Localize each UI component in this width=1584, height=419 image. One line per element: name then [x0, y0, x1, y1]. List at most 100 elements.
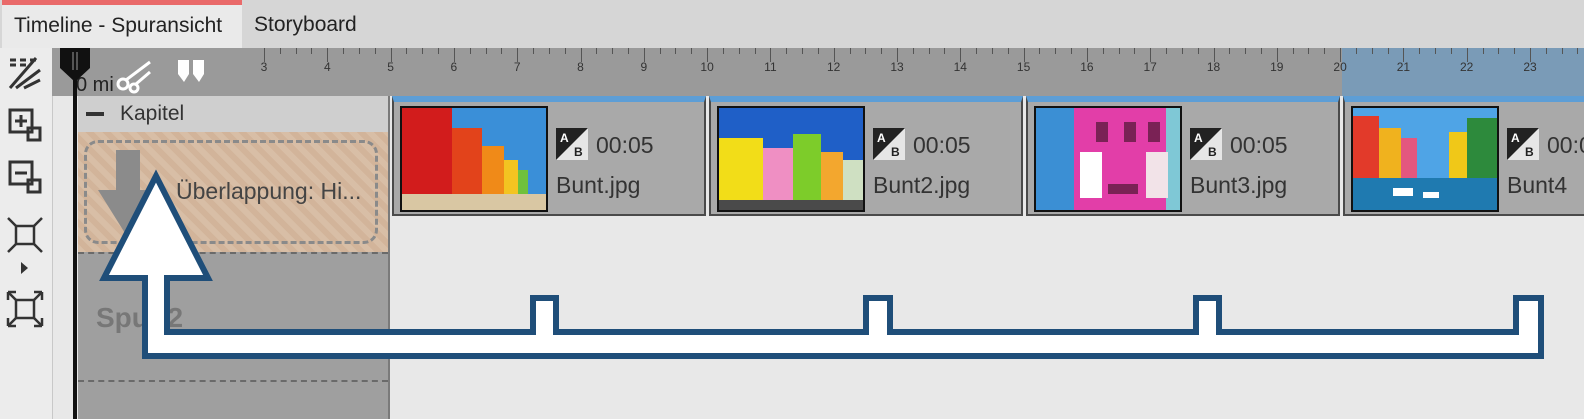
ruler-minor-tick — [612, 48, 614, 54]
ruler-tick-label: 11 — [764, 60, 777, 74]
ruler-tick-label: 15 — [1016, 60, 1031, 74]
clip-filename: Bunt2.jpg — [873, 172, 971, 198]
ruler-tick-label: 16 — [1080, 60, 1094, 74]
tab-storyboard[interactable]: Storyboard — [242, 0, 374, 48]
ruler-minor-tick — [659, 48, 661, 54]
clip-thumbnail — [1351, 106, 1499, 212]
down-arrow-icon — [98, 150, 158, 245]
chapter-label: Kapitel — [120, 102, 185, 125]
ruler-minor-tick — [1355, 48, 1357, 54]
ruler-minor-tick — [1039, 48, 1041, 54]
ruler-minor-tick — [1498, 48, 1500, 54]
clip-duration: 00:05 — [1547, 132, 1584, 158]
ruler-minor-tick — [533, 48, 535, 54]
clip-duration: 00:05 — [596, 132, 654, 158]
ruler-tick-label: 17 — [1143, 60, 1157, 74]
ruler-minor-tick — [1071, 48, 1073, 54]
ruler-minor-tick — [1118, 48, 1120, 54]
svg-text:B: B — [1525, 145, 1534, 159]
ruler-minor-tick — [1166, 48, 1168, 54]
tab-timeline[interactable]: Timeline - Spuransicht — [2, 0, 242, 48]
expand-icon[interactable] — [4, 288, 46, 330]
transition-ab-icon[interactable]: AB — [556, 128, 588, 160]
clip-filename: Bunt4 — [1507, 172, 1568, 198]
ruler-minor-tick — [849, 48, 851, 54]
ruler-tick-label: 4 — [323, 60, 331, 74]
clip-duration: 00:05 — [913, 132, 971, 158]
ruler-tick-label: 10 — [700, 60, 714, 74]
clip-duration: 00:05 — [1230, 132, 1288, 158]
ruler-minor-tick — [1197, 48, 1199, 54]
ruler-minor-tick — [817, 48, 819, 54]
clip-bunt3[interactable]: AB 00:05 Bunt3.jpg — [1026, 96, 1340, 216]
ruler-minor-tick — [358, 48, 360, 54]
marker-icon[interactable] — [176, 58, 206, 84]
ruler-minor-tick — [501, 48, 503, 54]
playhead[interactable] — [73, 48, 77, 419]
ruler-minor-tick — [976, 48, 978, 54]
ruler-tick-label: 19 — [1270, 60, 1284, 74]
cut-icon[interactable] — [114, 56, 154, 94]
overlap-area[interactable]: Überlappung: Hi... — [78, 132, 388, 252]
ruler-minor-tick — [343, 48, 345, 54]
ruler-tick-label: 5 — [387, 60, 394, 74]
svg-text:A: A — [1511, 131, 1520, 145]
ruler-tick-label: 8 — [577, 60, 584, 74]
ruler-tick-label: 20 — [1333, 60, 1347, 74]
expand-arrow-icon[interactable] — [21, 262, 28, 274]
ruler-minor-tick — [1181, 48, 1183, 54]
transition-ab-icon[interactable]: AB — [873, 128, 905, 160]
ruler-minor-tick — [374, 48, 376, 54]
overlap-label: Überlappung: Hi... — [176, 178, 362, 204]
track2-label: Spur 2 — [96, 302, 184, 333]
ruler-minor-tick — [1292, 48, 1294, 54]
ruler-tick-label: 14 — [953, 60, 967, 74]
ruler-tick-label: 6 — [450, 60, 458, 74]
ruler-minor-tick — [738, 48, 740, 54]
ruler-minor-tick — [438, 48, 440, 54]
ruler-tick-label: 12 — [827, 60, 841, 74]
ruler-minor-tick — [1387, 48, 1389, 54]
ruler-minor-tick — [1007, 48, 1009, 54]
ruler-minor-tick — [754, 48, 756, 54]
clip-bunt[interactable]: AB 00:05 Bunt.jpg — [392, 96, 706, 216]
ruler-minor-tick — [1435, 48, 1437, 54]
ruler-minor-tick — [627, 48, 629, 54]
clip-bunt2[interactable]: AB 00:05 Bunt2.jpg — [709, 96, 1023, 216]
shrink-icon[interactable] — [4, 214, 46, 256]
ruler-minor-tick — [786, 48, 788, 54]
ruler-minor-tick — [1245, 48, 1247, 54]
ruler-minor-tick — [1055, 48, 1057, 54]
ruler-minor-tick — [722, 48, 724, 54]
ruler-minor-tick — [596, 48, 598, 54]
ruler-minor-tick — [912, 48, 914, 54]
ruler-tick-label: 7 — [513, 60, 521, 74]
curve-tool-icon[interactable] — [4, 52, 46, 94]
svg-text:A: A — [877, 131, 886, 145]
ruler-tick-label: 22 — [1460, 60, 1474, 74]
transition-ab-icon[interactable]: AB — [1190, 128, 1222, 160]
add-object-icon[interactable] — [4, 104, 46, 146]
svg-text:B: B — [891, 145, 900, 159]
ruler-minor-tick — [1308, 48, 1310, 54]
chapter-row[interactable]: Kapitel — [78, 96, 388, 133]
timeline-toolbar — [0, 48, 53, 419]
transition-ab-icon[interactable]: AB — [1507, 128, 1539, 160]
track-divider — [78, 252, 388, 254]
ruler-minor-tick — [548, 48, 550, 54]
playhead-handle[interactable] — [60, 48, 90, 82]
tab-bar: Timeline - Spuransicht Storyboard — [0, 0, 1584, 48]
clip-thumbnail — [717, 106, 865, 212]
ruler-minor-tick — [1134, 48, 1136, 54]
time-ruler[interactable]: 3 4 5 6 7 8 9 10 11 12 13 14 15 16 17 18 19 20 21 22 23 — [52, 48, 1584, 96]
ruler-minor-tick — [564, 48, 566, 54]
ruler-tick-label: 23 — [1523, 60, 1537, 74]
collapse-icon[interactable] — [86, 112, 104, 116]
remove-object-icon[interactable] — [4, 156, 46, 198]
track-divider — [78, 380, 388, 382]
clip-bunt4[interactable]: AB 00:05 Bunt4 — [1343, 96, 1584, 216]
svg-text:A: A — [560, 131, 569, 145]
ruler-minor-tick — [1260, 48, 1262, 54]
ruler-minor-tick — [675, 48, 677, 54]
ruler-minor-tick — [1324, 48, 1326, 54]
